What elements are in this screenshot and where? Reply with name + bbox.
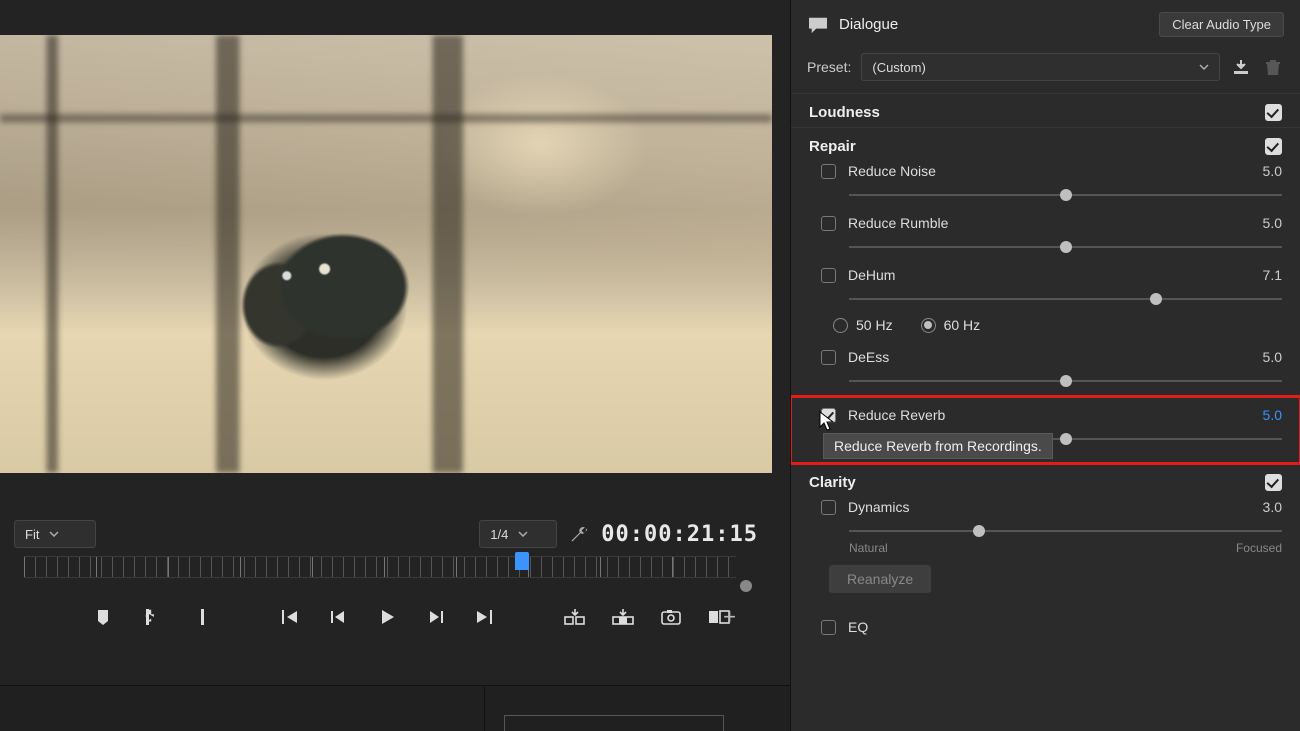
- dehum-60hz-option[interactable]: 60 Hz: [921, 317, 981, 333]
- dehum-value[interactable]: 7.1: [1263, 267, 1282, 283]
- panel-tab-placeholder: [504, 715, 724, 731]
- dynamics-param: Dynamics 3.0 Natural Focused Reanalyze: [809, 491, 1282, 597]
- clarity-title: Clarity: [809, 474, 856, 491]
- insert-button[interactable]: [564, 606, 586, 628]
- reduce-noise-checkbox[interactable]: [821, 164, 836, 179]
- add-marker-button[interactable]: [92, 606, 114, 628]
- reduce-rumble-label: Reduce Rumble: [848, 215, 948, 231]
- clarity-toggle[interactable]: [1265, 474, 1282, 491]
- resolution-label: 1/4: [490, 527, 508, 542]
- eq-param: EQ: [809, 611, 1282, 639]
- preset-row: Preset: (Custom): [791, 47, 1300, 93]
- panel-title: Dialogue: [839, 16, 898, 33]
- dehum-param: DeHum 7.1 50 Hz 60 Hz: [809, 259, 1282, 341]
- program-monitor-panel: Fit 1/4 00:00:21:15: [0, 0, 790, 731]
- eq-label: EQ: [848, 619, 868, 635]
- deess-slider[interactable]: [849, 375, 1282, 387]
- chevron-down-icon: [49, 531, 59, 537]
- resolution-dropdown[interactable]: 1/4: [479, 520, 557, 548]
- eq-checkbox[interactable]: [821, 620, 836, 635]
- step-forward-button[interactable]: [424, 606, 446, 628]
- radio-icon: [921, 318, 936, 333]
- loudness-title: Loudness: [809, 104, 880, 121]
- deess-checkbox[interactable]: [821, 350, 836, 365]
- repair-title: Repair: [809, 138, 856, 155]
- monitor-controls: Fit 1/4 00:00:21:15: [0, 498, 772, 628]
- clarity-header[interactable]: Clarity: [809, 474, 1282, 491]
- playhead[interactable]: [515, 552, 529, 570]
- repair-header[interactable]: Repair: [809, 138, 1282, 155]
- delete-preset-icon: [1262, 56, 1284, 78]
- zoom-fit-dropdown[interactable]: Fit: [14, 520, 96, 548]
- dehum-label: DeHum: [848, 267, 895, 283]
- repair-toggle[interactable]: [1265, 138, 1282, 155]
- dehum-slider[interactable]: [849, 293, 1282, 305]
- transport-bar: +: [14, 606, 758, 628]
- chevron-down-icon: [518, 531, 528, 537]
- dehum-frequency-group: 50 Hz 60 Hz: [821, 307, 1282, 337]
- radio-icon: [833, 318, 848, 333]
- reduce-reverb-checkbox[interactable]: [821, 408, 836, 423]
- deess-label: DeEss: [848, 349, 889, 365]
- reduce-noise-label: Reduce Noise: [848, 163, 936, 179]
- bottom-panel-divider: [0, 685, 790, 731]
- video-preview[interactable]: [0, 35, 772, 473]
- overwrite-button[interactable]: [612, 606, 634, 628]
- dialogue-icon: [807, 16, 829, 34]
- reduce-noise-slider[interactable]: [849, 189, 1282, 201]
- reduce-reverb-tooltip: Reduce Reverb from Recordings.: [823, 433, 1053, 459]
- play-button[interactable]: [376, 606, 398, 628]
- step-back-button[interactable]: [328, 606, 350, 628]
- clarity-section: Clarity Dynamics 3.0 Natural Focused Rea…: [791, 463, 1300, 645]
- reanalyze-button[interactable]: Reanalyze: [829, 565, 931, 593]
- export-frame-button[interactable]: [660, 606, 682, 628]
- dynamics-label: Dynamics: [848, 499, 909, 515]
- dynamics-range-labels: Natural Focused: [849, 541, 1282, 555]
- dehum-checkbox[interactable]: [821, 268, 836, 283]
- zoom-fit-label: Fit: [25, 527, 39, 542]
- reduce-reverb-value[interactable]: 5.0: [1263, 407, 1282, 423]
- wrench-settings-icon[interactable]: [569, 524, 589, 544]
- reduce-reverb-label: Reduce Reverb: [848, 407, 945, 423]
- reduce-rumble-checkbox[interactable]: [821, 216, 836, 231]
- reduce-reverb-param: Reduce Reverb 5.0 Reduce Reverb from Rec…: [791, 397, 1300, 463]
- reduce-noise-param: Reduce Noise 5.0: [809, 155, 1282, 207]
- repair-section: Repair Reduce Noise 5.0 Reduce Rumble: [791, 127, 1300, 463]
- go-to-in-button[interactable]: [280, 606, 302, 628]
- loudness-toggle[interactable]: [1265, 104, 1282, 121]
- mark-out-button[interactable]: [188, 606, 210, 628]
- reduce-rumble-value[interactable]: 5.0: [1263, 215, 1282, 231]
- dehum-50hz-option[interactable]: 50 Hz: [833, 317, 893, 333]
- panel-header: Dialogue Clear Audio Type: [791, 4, 1300, 47]
- monitor-area: Fit 1/4 00:00:21:15: [0, 35, 772, 508]
- clear-audio-type-button[interactable]: Clear Audio Type: [1159, 12, 1284, 37]
- reduce-rumble-param: Reduce Rumble 5.0: [809, 207, 1282, 259]
- preset-value: (Custom): [872, 60, 925, 75]
- deess-value[interactable]: 5.0: [1263, 349, 1282, 365]
- preset-dropdown[interactable]: (Custom): [861, 53, 1220, 81]
- zoom-handle[interactable]: [740, 580, 752, 592]
- mark-in-button[interactable]: [140, 606, 162, 628]
- dynamics-checkbox[interactable]: [821, 500, 836, 515]
- timecode-display[interactable]: 00:00:21:15: [601, 522, 758, 547]
- chevron-down-icon: [1199, 64, 1209, 70]
- loudness-section[interactable]: Loudness: [791, 93, 1300, 127]
- essential-sound-panel: Dialogue Clear Audio Type Preset: (Custo…: [790, 0, 1300, 731]
- go-to-out-button[interactable]: [472, 606, 494, 628]
- reduce-rumble-slider[interactable]: [849, 241, 1282, 253]
- reduce-noise-value[interactable]: 5.0: [1263, 163, 1282, 179]
- add-button[interactable]: +: [723, 604, 736, 630]
- dynamics-value[interactable]: 3.0: [1263, 499, 1282, 515]
- preset-label: Preset:: [807, 59, 851, 75]
- save-preset-icon[interactable]: [1230, 56, 1252, 78]
- dynamics-slider[interactable]: [849, 525, 1282, 537]
- deess-param: DeEss 5.0: [809, 341, 1282, 393]
- mini-timeline[interactable]: [14, 556, 758, 592]
